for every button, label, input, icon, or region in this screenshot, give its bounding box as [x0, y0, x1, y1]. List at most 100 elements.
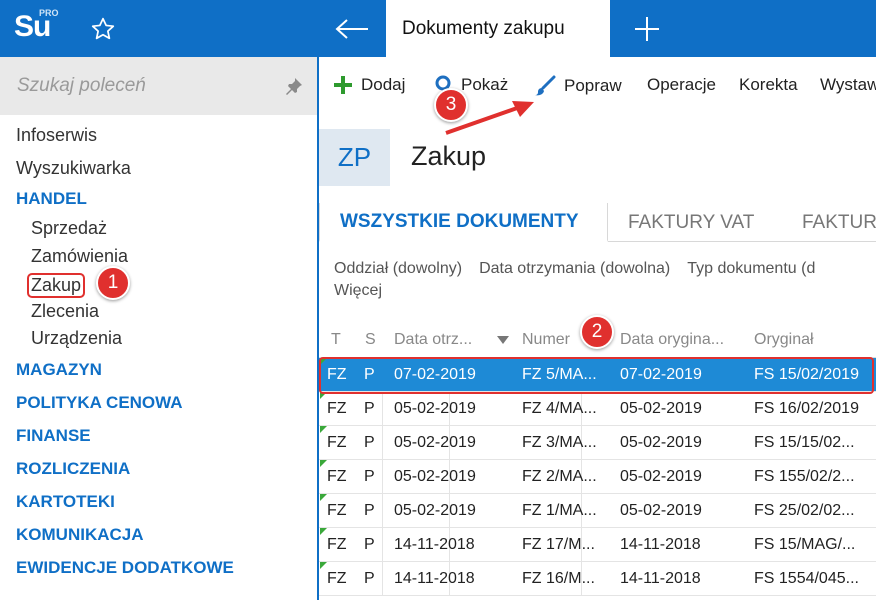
row-marker-icon: [320, 460, 327, 467]
cell-oryginal: FS 15/15/02...: [754, 434, 855, 451]
column-divider: [382, 392, 383, 426]
sidebar-section-komunikacja[interactable]: KOMUNIKACJA: [16, 525, 144, 545]
tab-faktury-vat[interactable]: FAKTURY VAT: [608, 203, 774, 242]
tab-faktury[interactable]: FAKTURY: [782, 203, 876, 242]
table-row[interactable]: FZ P 05-02-2019 FZ 3/MA... 05-02-2019 FS 15/1…: [319, 426, 876, 460]
sidebar-item-zamowienia[interactable]: Zamówienia: [31, 246, 128, 267]
operations-label: Operacje: [647, 75, 716, 94]
correction-button[interactable]: Korekta: [739, 75, 798, 95]
filter-data-otrzymania[interactable]: Data otrzymania (dowolna): [479, 260, 670, 277]
annotation-arrow-icon: [445, 101, 534, 135]
sidebar-section-kartoteki[interactable]: KARTOTEKI: [16, 492, 115, 512]
sidebar-item-infoserwis[interactable]: Infoserwis: [16, 125, 97, 146]
cell-oryginal: FS 1554/045...: [754, 570, 859, 587]
sidebar-section-ewidencje-dodatkowe[interactable]: EWIDENCJE DODATKOWE: [16, 558, 234, 578]
cell-numer: FZ 17/M...: [522, 536, 595, 553]
cell-oryginal: FS 16/02/2019: [754, 400, 859, 417]
sidebar-section-polityka-cenowa[interactable]: POLITYKA CENOWA: [16, 393, 183, 413]
cell-numer: FZ 2/MA...: [522, 468, 597, 485]
filter-oddzial[interactable]: Oddział (dowolny): [334, 260, 462, 277]
filter-typ-dokumentu[interactable]: Typ dokumentu (d: [687, 260, 815, 277]
cell-data-oryginalu: 05-02-2019: [620, 468, 702, 485]
sidebar-section-handel[interactable]: HANDEL: [16, 189, 87, 209]
favorites-star-button[interactable]: [68, 0, 138, 57]
tab-label: Dokumenty zakupu: [402, 17, 565, 39]
col-header-t[interactable]: T: [331, 331, 341, 349]
cell-numer: FZ 4/MA...: [522, 400, 597, 417]
table-row[interactable]: FZ P 14-11-2018 FZ 17/M... 14-11-2018 FS 15/M…: [319, 528, 876, 562]
document-tabs: WSZYSTKIE DOKUMENTY FAKTURY VAT FAKTURY: [319, 203, 876, 242]
cell-data-otrzymania: 05-02-2019: [394, 502, 476, 519]
sidebar-item-urzadzenia[interactable]: Urządzenia: [31, 328, 122, 349]
edit-label: Popraw: [564, 76, 622, 95]
cell-data-otrzymania: 14-11-2018: [394, 536, 475, 553]
col-header-data-otrzymania[interactable]: Data otrz...: [394, 331, 472, 349]
selected-row-highlight: [319, 357, 874, 394]
step-badge-2: 2: [580, 315, 614, 349]
row-marker-icon: [320, 494, 327, 501]
cell-data-oryginalu: 14-11-2018: [620, 536, 701, 553]
cell-oryginal: FS 25/02/02...: [754, 502, 855, 519]
table-row[interactable]: FZ P 05-02-2019 FZ 4/MA... 05-02-2019 FS 16/0…: [319, 392, 876, 426]
column-divider: [382, 494, 383, 528]
row-marker-icon: [320, 426, 327, 433]
logo-sup: PRO: [39, 8, 59, 18]
top-bar: Su PRO Dokumenty zakupu: [0, 0, 876, 57]
issue-label: Wystaw: [820, 75, 876, 94]
plus-icon: [334, 76, 352, 94]
add-button[interactable]: Dodaj: [333, 75, 405, 95]
col-header-s[interactable]: S: [365, 331, 376, 349]
tab-wszystkie-dokumenty[interactable]: WSZYSTKIE DOKUMENTY: [319, 203, 608, 242]
step-badge-1: 1: [96, 266, 130, 300]
cell-type: FZ: [327, 434, 347, 451]
cell-numer: FZ 16/M...: [522, 570, 595, 587]
search-box: [0, 57, 318, 115]
sidebar-item-sprzedaz[interactable]: Sprzedaż: [31, 218, 107, 239]
table-row[interactable]: FZ P 05-02-2019 FZ 2/MA... 05-02-2019 FS 155/…: [319, 460, 876, 494]
page-header: ZP Zakup: [319, 129, 876, 189]
column-divider: [382, 460, 383, 494]
plus-icon: [635, 16, 659, 41]
column-divider: [382, 562, 383, 596]
sidebar-item-zlecenia[interactable]: Zlecenia: [31, 301, 99, 322]
add-label: Dodaj: [361, 75, 406, 94]
table-row[interactable]: FZ P 05-02-2019 FZ 1/MA... 05-02-2019 FS 25/0…: [319, 494, 876, 528]
operations-button[interactable]: Operacje: [647, 75, 716, 95]
cell-data-otrzymania: 14-11-2018: [394, 570, 475, 587]
cell-status: P: [364, 536, 375, 553]
filter-bar: Oddział (dowolny) Data otrzymania (dowoln…: [334, 260, 876, 304]
app-logo[interactable]: Su PRO: [0, 0, 68, 57]
col-header-oryginal[interactable]: Oryginał: [754, 331, 814, 349]
app-window: Su PRO Dokumenty zakupu Infoserwis Wyszu…: [0, 0, 876, 600]
sidebar-section-rozliczenia[interactable]: ROZLICZENIA: [16, 459, 130, 479]
search-input[interactable]: [0, 57, 318, 115]
issue-button[interactable]: Wystaw: [820, 75, 876, 95]
col-header-numer[interactable]: Numer: [522, 331, 570, 349]
sort-down-icon: [497, 336, 509, 344]
cell-data-oryginalu: 05-02-2019: [620, 434, 702, 451]
cell-oryginal: FS 155/02/2...: [754, 468, 855, 485]
sidebar-section-magazyn[interactable]: MAGAZYN: [16, 360, 102, 380]
cell-data-otrzymania: 05-02-2019: [394, 468, 476, 485]
cell-numer: FZ 3/MA...: [522, 434, 597, 451]
filter-more[interactable]: Więcej: [334, 282, 382, 299]
column-divider: [382, 528, 383, 562]
cell-data-otrzymania: 05-02-2019: [394, 400, 476, 417]
brush-icon: [535, 75, 556, 96]
star-icon: [91, 17, 115, 39]
back-button[interactable]: [318, 0, 386, 57]
new-tab-button[interactable]: [610, 0, 684, 57]
pin-icon[interactable]: [284, 76, 304, 96]
sidebar-item-zakup[interactable]: Zakup: [27, 273, 86, 298]
tab-dokumenty-zakupu[interactable]: Dokumenty zakupu: [386, 0, 610, 57]
sidebar: Infoserwis Wyszukiwarka HANDEL Sprzedaż …: [0, 57, 318, 600]
toolbar: Dodaj Pokaż Popraw Operacje Korekta Wyst…: [319, 57, 876, 113]
document-type-badge: ZP: [319, 129, 390, 186]
col-header-data-oryginalu[interactable]: Data orygina...: [620, 331, 724, 349]
edit-button[interactable]: Popraw: [534, 75, 622, 97]
column-divider: [382, 426, 383, 460]
cell-status: P: [364, 570, 375, 587]
sidebar-item-wyszukiwarka[interactable]: Wyszukiwarka: [16, 158, 131, 179]
table-row[interactable]: FZ P 14-11-2018 FZ 16/M... 14-11-2018 FS 1554…: [319, 562, 876, 596]
sidebar-section-finanse[interactable]: FINANSE: [16, 426, 91, 446]
